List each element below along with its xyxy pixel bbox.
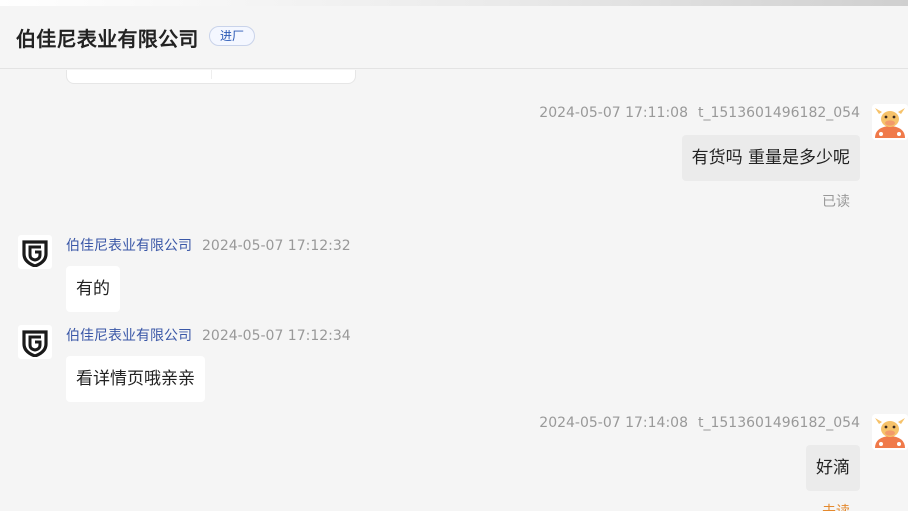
shield-g-logo-icon [22,240,48,267]
previous-message-card [66,70,356,84]
user-id: t_1513601496182_054 [697,105,860,121]
read-status: 未读 [822,501,850,511]
shop-avatar[interactable] [18,325,52,359]
message-meta: 伯佳尼表业有限公司 2024-05-07 17:12:32 [66,235,351,255]
message-timestamp: 2024-05-07 17:12:32 [202,238,351,254]
message-bubble-outgoing[interactable]: 有货吗 重量是多少呢 [681,135,860,181]
message-bubble-incoming[interactable]: 看详情页哦亲亲 [66,356,205,402]
message-timestamp: 2024-05-07 17:11:08 [539,105,688,121]
user-id: t_1513601496182_054 [697,415,860,431]
sender-name[interactable]: 伯佳尼表业有限公司 [66,238,192,254]
user-avatar[interactable] [872,104,908,140]
user-avatar[interactable] [872,414,908,450]
shop-avatar[interactable] [18,235,52,269]
shield-g-logo-icon [22,330,48,357]
message-timestamp: 2024-05-07 17:12:34 [202,328,351,344]
cartoon-cow-avatar-icon [872,414,908,450]
sender-name[interactable]: 伯佳尼表业有限公司 [66,328,192,344]
chat-header: 伯佳尼表业有限公司 进厂 [0,6,908,69]
shop-title: 伯佳尼表业有限公司 [16,27,199,51]
read-status: 已读 [822,194,850,210]
message-timestamp: 2024-05-07 17:14:08 [539,415,688,431]
message-meta: 2024-05-07 17:11:08 t_1513601496182_054 [539,105,860,121]
message-list[interactable]: 2024-05-07 17:11:08 t_1513601496182_054 有… [0,70,908,511]
message-meta: 2024-05-07 17:14:08 t_1513601496182_054 [539,415,860,431]
message-bubble-outgoing[interactable]: 好滴 [806,445,860,491]
cartoon-cow-avatar-icon [872,104,908,140]
message-meta: 伯佳尼表业有限公司 2024-05-07 17:12:34 [66,325,351,345]
message-bubble-incoming[interactable]: 有的 [66,266,120,312]
shop-tag-badge[interactable]: 进厂 [209,26,256,46]
